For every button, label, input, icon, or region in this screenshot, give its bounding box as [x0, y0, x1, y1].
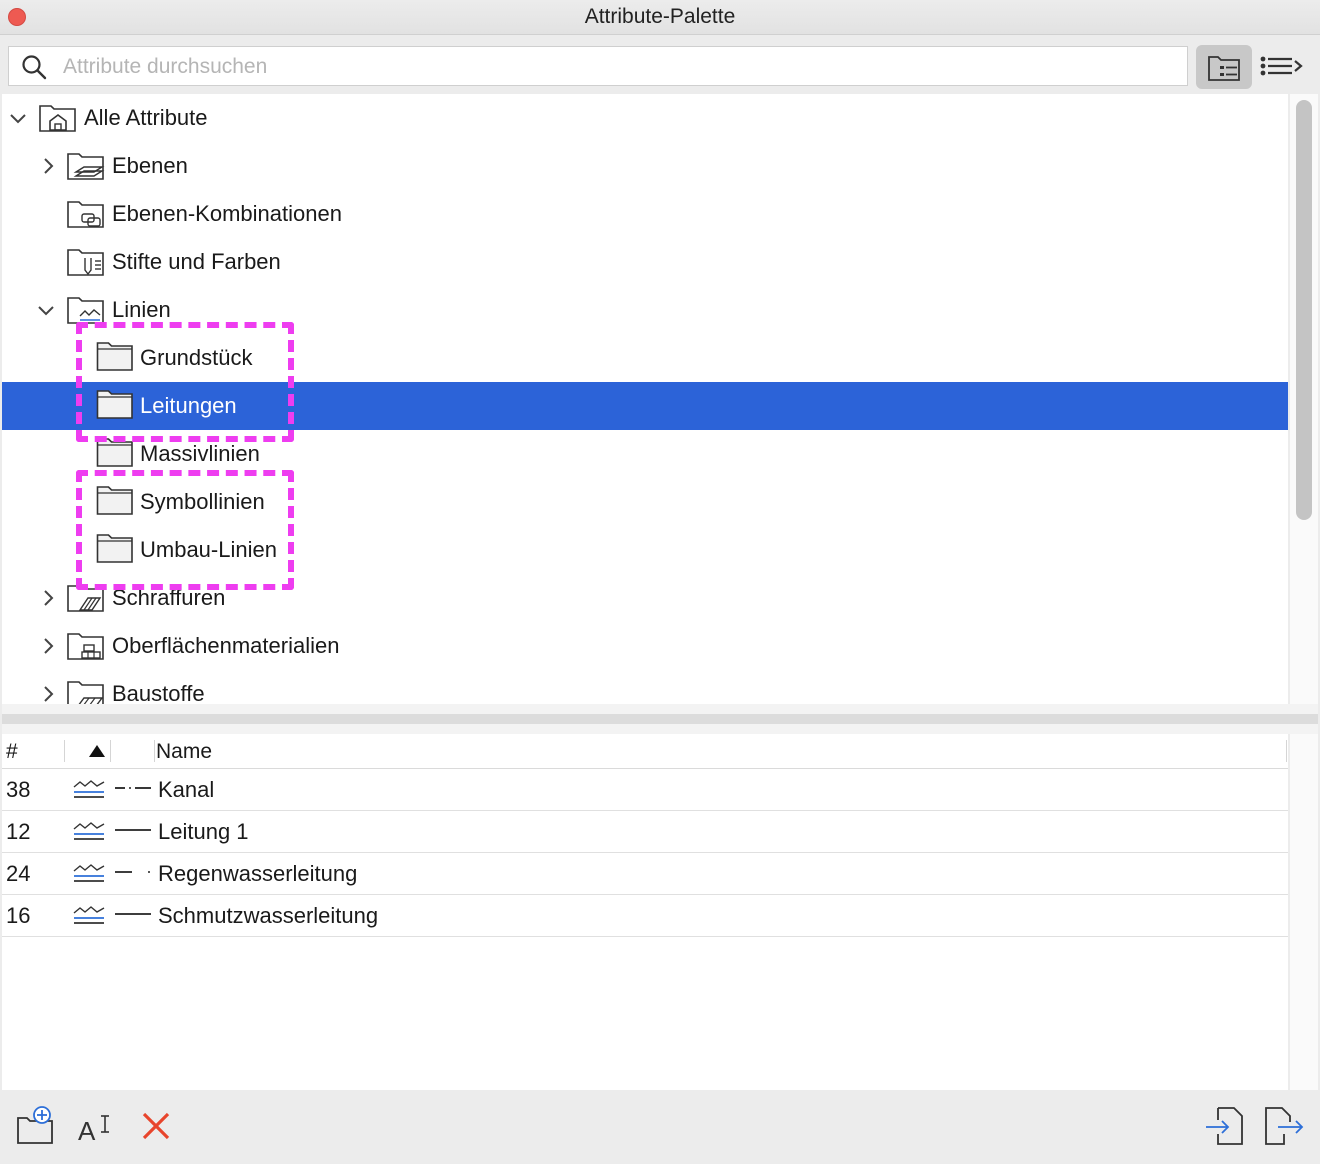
list-header: # Name [2, 734, 1288, 769]
import-icon[interactable] [1204, 1104, 1248, 1148]
dashed-line-icon [115, 871, 150, 873]
sort-ascending-icon[interactable] [88, 744, 106, 758]
list-view-button[interactable] [1256, 45, 1308, 89]
list-row[interactable]: 24 Regenwasserleitung [2, 852, 1288, 895]
line-type-icon [73, 780, 105, 798]
chevron-right-icon[interactable] [38, 156, 58, 176]
list-row[interactable]: 12 Leitung 1 [2, 810, 1288, 853]
line-type-icon [73, 864, 105, 882]
folder-home-icon [39, 105, 76, 132]
tree-label: Stifte und Farben [112, 249, 281, 274]
new-folder-icon[interactable] [14, 1104, 58, 1148]
row-number: 12 [6, 819, 31, 844]
folder-layer-combination-icon [67, 201, 104, 228]
tree-label: Ebenen [112, 153, 188, 178]
tree-label: Baustoffe [112, 681, 205, 704]
chevron-right-icon[interactable] [38, 588, 58, 608]
folder-building-material-icon [67, 681, 104, 704]
chevron-down-icon[interactable] [36, 300, 56, 320]
row-name: Schmutzwasserleitung [158, 903, 379, 928]
tree-item-ebenen[interactable]: Ebenen [2, 142, 1288, 190]
folder-layers-icon [67, 153, 105, 180]
row-number: 38 [6, 777, 31, 802]
solid-line-icon [115, 913, 151, 915]
row-name: Leitung 1 [158, 819, 249, 844]
row-number: 24 [6, 861, 31, 886]
row-number: 16 [6, 903, 31, 928]
chevron-right-icon[interactable] [38, 684, 58, 704]
svg-text:A: A [78, 1116, 96, 1146]
panel-splitter[interactable] [2, 704, 1318, 734]
bottom-toolbar: A [0, 1090, 1320, 1164]
line-type-icon [73, 822, 105, 840]
row-name: Regenwasserleitung [158, 861, 358, 886]
delete-icon[interactable] [134, 1104, 178, 1148]
dash-dot-line-icon [115, 787, 151, 789]
export-icon[interactable] [1262, 1104, 1306, 1148]
title-bar: Attribute-Palette [0, 0, 1320, 35]
chevron-right-icon[interactable] [38, 636, 58, 656]
tree-item-oberflaechenmaterialien[interactable]: Oberflächenmaterialien [2, 622, 1288, 670]
list-scrollbar-track[interactable] [1290, 734, 1318, 1090]
rename-icon[interactable]: A [74, 1104, 118, 1148]
attribute-palette-window: Attribute-Palette Attribute durchsuchen … [0, 0, 1320, 1164]
window-title: Attribute-Palette [584, 5, 736, 28]
list-row[interactable]: 38 Kanal [2, 768, 1288, 811]
column-header-number[interactable]: # [6, 740, 18, 764]
column-header-name[interactable]: Name [156, 740, 212, 764]
tree-item-ebenen-kombinationen[interactable]: Ebenen-Kombinationen [2, 190, 1288, 238]
highlight-box-grundstueck-leitungen [76, 322, 294, 442]
search-icon [22, 55, 47, 80]
tree-label: Linien [112, 297, 171, 322]
line-type-icon [73, 906, 105, 924]
tree-label: Alle Attribute [84, 105, 208, 130]
search-box [8, 46, 1188, 86]
tree-item-stifte-und-farben[interactable]: Stifte und Farben [2, 238, 1288, 286]
tree-view-button[interactable] [1196, 45, 1252, 89]
folder-pen-icon [67, 249, 104, 276]
tree-scrollbar-thumb[interactable] [1296, 100, 1312, 520]
tree-label: Oberflächenmaterialien [112, 633, 340, 658]
folder-surface-icon [67, 633, 104, 660]
tree-label: Ebenen-Kombinationen [112, 201, 342, 226]
search-input[interactable] [61, 51, 1165, 83]
list-row[interactable]: 16 Schmutzwasserleitung [2, 894, 1288, 937]
folder-lines-icon [67, 297, 104, 324]
solid-line-icon [115, 829, 151, 831]
row-name: Kanal [158, 777, 215, 802]
folder-tree-icon [1208, 56, 1240, 81]
highlight-box-symbol-umbau [76, 470, 294, 590]
tree-label: Massivlinien [140, 441, 260, 466]
tree-item-baustoffe[interactable]: Baustoffe [2, 670, 1288, 704]
list-expand-icon [1260, 56, 1303, 76]
chevron-down-icon[interactable] [8, 108, 28, 128]
tree-item-alle-attribute[interactable]: Alle Attribute [2, 94, 1288, 142]
attribute-list: # Name 38 Kanal 12 Leitung 1 24 Regenwas… [2, 734, 1288, 1090]
